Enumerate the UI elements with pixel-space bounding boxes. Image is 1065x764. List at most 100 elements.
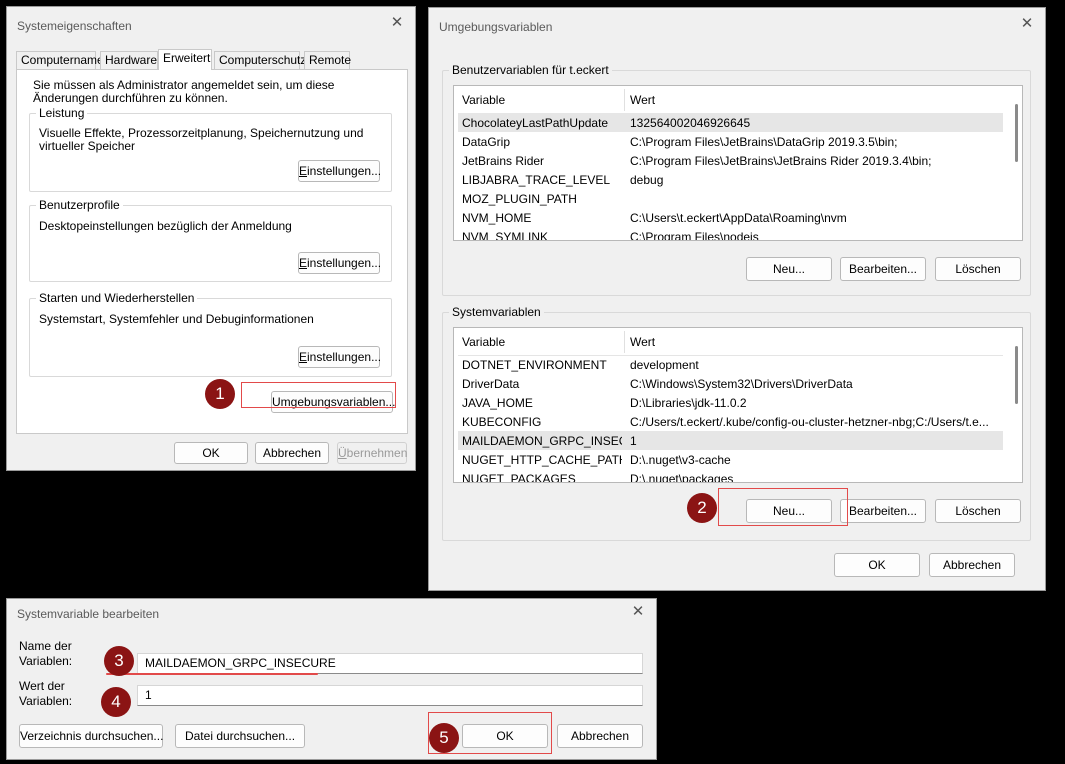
tab-computername[interactable]: Computername [16,51,104,69]
table-row[interactable]: DriverData C:\Windows\System32\Drivers\Dr… [458,374,1003,393]
user-profiles-group: Benutzerprofile Desktopeinstellungen bez… [29,198,392,282]
variable-value-field[interactable]: 1 [137,685,643,706]
step-badge-1: 1 [205,379,235,409]
admin-note: Sie müssen als Administrator angemeldet … [33,78,335,105]
advanced-tab-panel: Sie müssen als Administrator angemeldet … [16,69,408,434]
cancel-button[interactable]: Abbrechen [255,442,329,464]
variable-value: C:\Windows\System32\Drivers\DriverData [630,377,853,391]
variable-name: MAILDAEMON_GRPC_INSEC... [462,434,622,448]
user-profiles-group-title: Benutzerprofile [36,198,123,212]
column-header-value[interactable]: Wert [630,93,1000,107]
variable-value: D:\.nuget\v3-cache [630,453,731,467]
variable-value: D:\.nuget\packages [630,472,734,483]
startup-recovery-settings-button[interactable]: Einstellungen... [298,346,381,368]
variable-name: JetBrains Rider [462,154,545,168]
user-profiles-description: Desktopeinstellungen bezüglich der Anmel… [39,219,292,233]
variable-value-label: Wert der Variablen: [19,679,73,708]
close-icon[interactable]: ✕ [1017,14,1037,34]
table-row[interactable]: DataGrip C:\Program Files\JetBrains\DataG… [458,132,1003,151]
tab-advanced[interactable]: Erweitert [158,49,212,70]
step-badge-3: 3 [104,646,134,676]
table-row[interactable]: NVM_SYMLINK C:\Program Files\nodejs [458,227,1003,241]
user-variables-group: Benutzervariablen für t.eckert Variable … [442,63,1031,296]
variable-name-label: Name der Variablen: [19,639,73,668]
variable-value: 1 [630,434,637,448]
performance-settings-button[interactable]: Einstellungen... [298,160,382,182]
dialog-title: Systemvariable bearbeiten [17,607,160,621]
startup-recovery-description: Systemstart, Systemfehler und Debuginfor… [39,312,314,326]
variable-name: LIBJABRA_TRACE_LEVEL [462,173,611,187]
column-header-variable[interactable]: Variable [462,335,622,349]
user-new-button[interactable]: Neu... [746,257,832,281]
system-delete-button[interactable]: Löschen [935,499,1021,523]
vertical-scrollbar[interactable] [1015,346,1018,404]
table-row[interactable]: JAVA_HOME D:\Libraries\jdk-11.0.2 [458,393,1003,412]
variable-name: KUBECONFIG [462,415,542,429]
variable-name: NVM_HOME [462,211,532,225]
tab-remote[interactable]: Remote [304,51,351,69]
list-header: Variable Wert [458,86,1003,114]
table-row[interactable]: KUBECONFIG C:/Users/t.eckert/.kube/config… [458,412,1003,431]
variable-value: C:\Users\t.eckert\AppData\Roaming\nvm [630,211,847,225]
list-header: Variable Wert [458,328,1003,356]
table-row[interactable]: ChocolateyLastPathUpdate 1325640020469266… [458,113,1003,132]
variable-name-field[interactable]: MAILDAEMON_GRPC_INSECURE [137,653,643,674]
system-variables-list[interactable]: Variable Wert DOTNET_ENVIRONMENT developm… [453,327,1023,483]
cancel-button[interactable]: Abbrechen [557,724,643,748]
variable-name: DOTNET_ENVIRONMENT [462,358,607,372]
browse-file-button[interactable]: Datei durchsuchen... [175,724,305,748]
variable-value: C:\Program Files\JetBrains\JetBrains Rid… [630,154,932,168]
apply-button[interactable]: Übernehmen [337,442,407,464]
table-row[interactable]: NUGET_PACKAGES D:\.nuget\packages [458,469,1003,483]
performance-group: Leistung Visuelle Effekte, Prozessorzeit… [29,106,392,192]
table-row[interactable]: LIBJABRA_TRACE_LEVEL debug [458,170,1003,189]
column-header-value[interactable]: Wert [630,335,1000,349]
table-row-selected[interactable]: MAILDAEMON_GRPC_INSEC... 1 [458,431,1003,450]
table-row[interactable]: MOZ_PLUGIN_PATH [458,189,1003,208]
system-variables-group-title: Systemvariablen [449,305,544,319]
browse-directory-button[interactable]: Verzeichnis durchsuchen... [19,724,163,748]
step-badge-2: 2 [687,493,717,523]
spellcheck-underline [106,673,318,675]
variable-value: C:\Program Files\nodejs [630,230,759,241]
close-icon[interactable]: ✕ [628,602,648,622]
vertical-scrollbar[interactable] [1015,104,1018,162]
system-edit-button[interactable]: Bearbeiten... [840,499,926,523]
variable-value: debug [630,173,664,187]
table-row[interactable]: NUGET_HTTP_CACHE_PATH D:\.nuget\v3-cache [458,450,1003,469]
variable-name: DriverData [462,377,520,391]
apply-label: bernehmen [346,446,408,460]
highlight-environment-variables-button [241,382,396,408]
user-variables-list[interactable]: Variable Wert ChocolateyLastPathUpdate 13… [453,85,1023,241]
close-icon[interactable]: ✕ [387,13,407,33]
dialog-title: Systemeigenschaften [17,19,132,33]
step-badge-5: 5 [429,723,459,753]
user-profiles-settings-label: instellungen... [307,256,382,270]
variable-value: C:/Users/t.eckert/.kube/config-ou-cluste… [630,415,989,429]
table-row[interactable]: JetBrains Rider C:\Program Files\JetBrain… [458,151,1003,170]
edit-system-variable-dialog: Systemvariable bearbeiten ✕ Name der Var… [6,598,657,760]
variable-value: C:\Program Files\JetBrains\DataGrip 2019… [630,135,898,149]
startup-recovery-group-title: Starten und Wiederherstellen [36,291,198,305]
performance-settings-label: instellungen... [307,164,382,178]
highlight-system-new-button [718,488,848,526]
performance-group-title: Leistung [36,106,88,120]
startup-recovery-group: Starten und Wiederherstellen Systemstart… [29,291,392,377]
table-row[interactable]: NVM_HOME C:\Users\t.eckert\AppData\Roamin… [458,208,1003,227]
tab-system-protection[interactable]: Computerschutz [214,51,306,69]
variable-name: ChocolateyLastPathUpdate [462,116,609,130]
table-row[interactable]: DOTNET_ENVIRONMENT development [458,355,1003,374]
user-profiles-settings-button[interactable]: Einstellungen... [298,252,382,274]
user-delete-button[interactable]: Löschen [935,257,1021,281]
variable-name: DataGrip [462,135,511,149]
variable-value: 132564002046926645 [630,116,751,130]
ok-button[interactable]: OK [174,442,248,464]
variable-name: NVM_SYMLINK [462,230,549,241]
column-header-variable[interactable]: Variable [462,93,622,107]
user-edit-button[interactable]: Bearbeiten... [840,257,926,281]
tab-hardware[interactable]: Hardware [100,51,158,69]
cancel-button[interactable]: Abbrechen [929,553,1015,577]
dialog-title: Umgebungsvariablen [439,20,553,34]
step-badge-4: 4 [101,687,131,717]
ok-button[interactable]: OK [834,553,920,577]
